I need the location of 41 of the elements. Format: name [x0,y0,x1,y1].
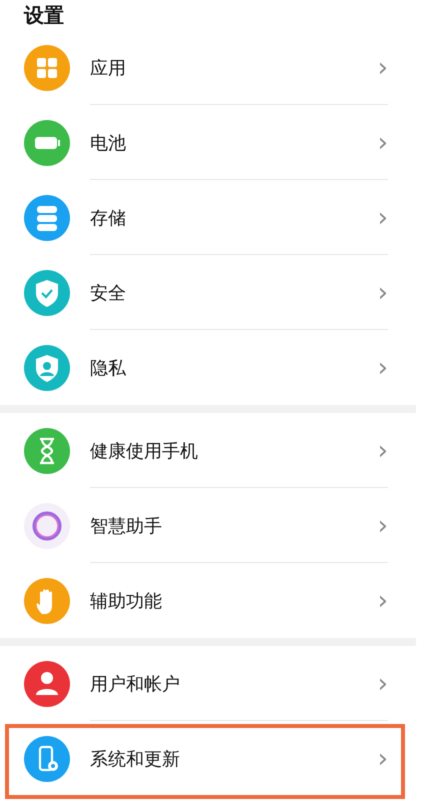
settings-item[interactable]: 智慧助手 › [0,488,416,563]
person-icon [24,660,70,706]
item-label: 用户和帐户 [90,672,180,696]
hourglass-icon [24,428,70,474]
chevron-icon: › [378,280,388,306]
settings-item[interactable]: 健康使用手机 › [0,413,416,488]
chevron-icon: › [378,54,388,80]
settings-item[interactable]: 电池 › [0,105,416,180]
item-label: 辅助功能 [90,590,162,612]
item-label: 隐私 [90,356,126,380]
item-label: 安全 [90,282,126,304]
settings-item[interactable]: 隐私 › [0,330,416,405]
chevron-icon: › [378,354,388,380]
item-label: 智慧助手 [90,514,162,538]
hand-icon [24,578,70,624]
chevron-icon: › [378,512,388,538]
grid-icon [24,44,70,90]
ring-icon [24,502,70,548]
settings-item[interactable]: 应用 › [0,30,416,105]
settings-item[interactable]: 用户和帐户 › [0,646,416,721]
item-label: 健康使用手机 [90,440,198,462]
chevron-icon: › [378,204,388,230]
chevron-icon: › [378,438,388,464]
settings-item[interactable]: 辅助功能 › [0,563,416,638]
item-label: 存储 [90,206,126,230]
item-label: 应用 [90,56,126,80]
page-title: 设置 [22,2,65,29]
item-label: 电池 [90,132,126,154]
item-label: 系统和更新 [90,748,180,770]
shield-check-icon [24,270,70,316]
settings-item[interactable]: 安全 › [0,255,416,330]
settings-item[interactable]: 存储 › [0,180,416,255]
chevron-icon: › [378,588,388,614]
shield-person-icon [24,344,70,390]
chevron-icon: › [378,130,388,156]
phone-gear-icon [24,736,70,782]
battery-icon [24,120,70,166]
chevron-icon: › [378,670,388,696]
chevron-icon: › [378,746,388,772]
storage-icon [24,194,70,240]
settings-item[interactable]: 系统和更新 › [0,721,416,796]
